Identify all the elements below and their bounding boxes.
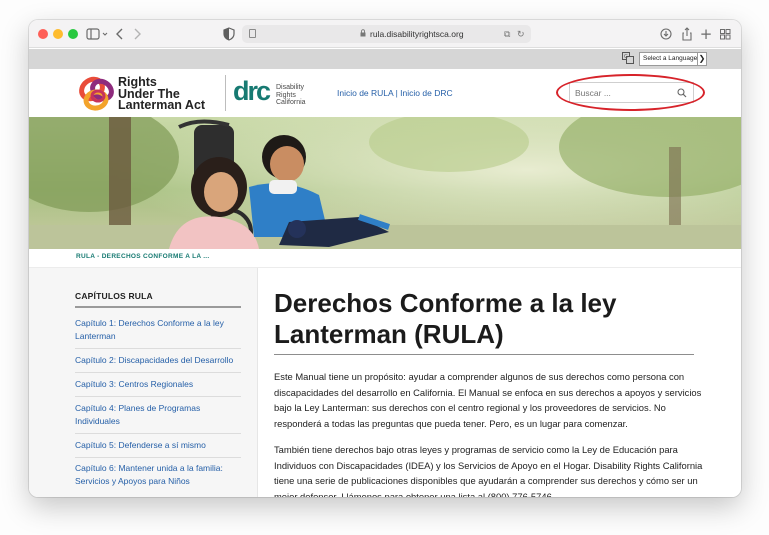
logo-line: Lanterman Act (118, 98, 206, 112)
breadcrumb: RULA - DERECHOS CONFORME A LA ... (29, 249, 741, 268)
nav-link-rula-home[interactable]: Inicio de RULA (337, 88, 393, 98)
back-icon[interactable] (113, 25, 127, 43)
sidebar-item-chapter-1[interactable]: Capítulo 1: Derechos Conforme a la ley L… (75, 317, 241, 343)
address-bar[interactable]: rula.disabilityrightsca.org ⧉ ↻ (242, 25, 531, 43)
drc-logo-icon[interactable]: drc (233, 78, 271, 105)
breadcrumb-current[interactable]: RULA - DERECHOS CONFORME A LA ... (76, 253, 210, 260)
intro-paragraph: Este Manual tiene un propósito: ayudar a… (274, 371, 702, 429)
page-title: Derechos Conforme a la ley Lanterman (RU… (274, 288, 617, 349)
sidebar-divider (75, 372, 241, 373)
sidebar-divider (75, 396, 241, 397)
minimize-window-button[interactable] (53, 29, 63, 39)
privacy-shield-icon[interactable] (222, 25, 236, 43)
title-underline (274, 354, 694, 355)
search-highlight-annotation (556, 74, 705, 111)
language-select-arrow-icon: ❯ (697, 53, 706, 65)
desktop-background: rula.disabilityrightsca.org ⧉ ↻ + G Sele… (0, 0, 769, 535)
sidebar-title-rule (75, 306, 241, 308)
tab-overview-icon[interactable] (718, 25, 732, 43)
rula-logo-text[interactable]: Rights Under The Lanterman Act (118, 76, 206, 112)
sidebar-toggle-icon[interactable] (85, 25, 111, 43)
new-tab-icon[interactable]: + (699, 25, 713, 43)
lock-icon (360, 29, 366, 37)
site-header: Rights Under The Lanterman Act drc Disab… (29, 69, 741, 117)
drc-line: Rights (276, 91, 296, 99)
language-select-label: Select a Language (643, 55, 698, 62)
sidebar-divider (75, 433, 241, 434)
rula-logo-icon[interactable] (78, 75, 116, 113)
sidebar-title: CAPÍTULOS RULA (75, 291, 153, 301)
share-icon[interactable] (680, 25, 694, 43)
drc-line: California (276, 99, 306, 106)
sidebar-divider (75, 348, 241, 349)
hero-image (29, 117, 741, 249)
url-text: rula.disabilityrightsca.org (370, 29, 464, 39)
sidebar-item-chapter-2[interactable]: Capítulo 2: Discapacidades del Desarroll… (75, 354, 241, 367)
reload-icon[interactable]: ↻ (517, 27, 525, 41)
page-icon (249, 29, 256, 38)
rights-paragraph: También tiene derechos bajo otras leyes … (274, 444, 703, 497)
sidebar-item-chapter-5[interactable]: Capítulo 5: Defenderse a sí mismo (75, 439, 241, 452)
main-content: Derechos Conforme a la ley Lanterman (RU… (259, 268, 741, 497)
logo-divider (225, 75, 226, 111)
sidebar-divider (75, 457, 241, 458)
language-select[interactable]: Select a Language ❯ (639, 52, 707, 66)
translate-language-icon: G (622, 52, 634, 69)
browser-window: rula.disabilityrightsca.org ⧉ ↻ + G Sele… (29, 20, 741, 497)
drc-logo-text[interactable]: Disability Rights California (276, 84, 306, 107)
sidebar: CAPÍTULOS RULA Capítulo 1: Derechos Conf… (29, 268, 258, 497)
sidebar-item-chapter-6[interactable]: Capítulo 6: Mantener unida a la familia:… (75, 462, 241, 488)
forward-icon[interactable] (130, 25, 144, 43)
browser-toolbar: rula.disabilityrightsca.org ⧉ ↻ + (29, 20, 741, 48)
downloads-icon[interactable] (659, 25, 673, 43)
sidebar-item-chapter-4[interactable]: Capítulo 4: Planes de Programas Individu… (75, 402, 241, 428)
drc-line: Disability (276, 84, 305, 91)
sidebar-item-chapter-3[interactable]: Capítulo 3: Centros Regionales (75, 378, 241, 391)
svg-text:G: G (624, 54, 628, 60)
close-window-button[interactable] (38, 29, 48, 39)
header-nav: Inicio de RULA | Inicio de DRC (337, 87, 453, 99)
language-bar: G Select a Language ❯ (29, 49, 741, 69)
nav-link-drc-home[interactable]: Inicio de DRC (400, 88, 452, 98)
translate-icon[interactable]: ⧉ (504, 27, 510, 41)
zoom-window-button[interactable] (68, 29, 78, 39)
